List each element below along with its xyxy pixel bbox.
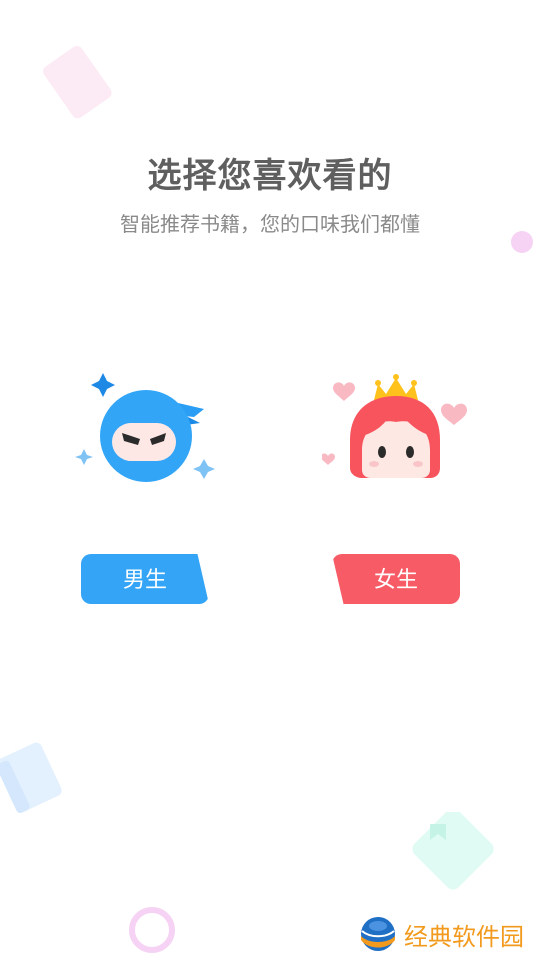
male-button[interactable]: 男生	[81, 554, 209, 604]
decorative-ring-pink	[129, 907, 175, 953]
watermark: 经典软件园	[358, 910, 524, 958]
male-avatar[interactable]	[70, 365, 220, 495]
watermark-text: 经典软件园	[404, 922, 524, 951]
female-button[interactable]: 女生	[332, 554, 460, 604]
female-avatar[interactable]	[321, 370, 472, 490]
page-subtitle: 智能推荐书籍，您的口味我们都懂	[120, 212, 420, 236]
globe-logo-icon	[361, 917, 395, 951]
page-title: 选择您喜欢看的	[147, 156, 393, 196]
ninja-boy-icon	[75, 373, 215, 482]
princess-girl-icon	[321, 374, 467, 478]
decorative-book-blue	[0, 742, 62, 814]
decorative-book-mint	[412, 812, 494, 890]
decorative-book-pink	[43, 45, 112, 119]
